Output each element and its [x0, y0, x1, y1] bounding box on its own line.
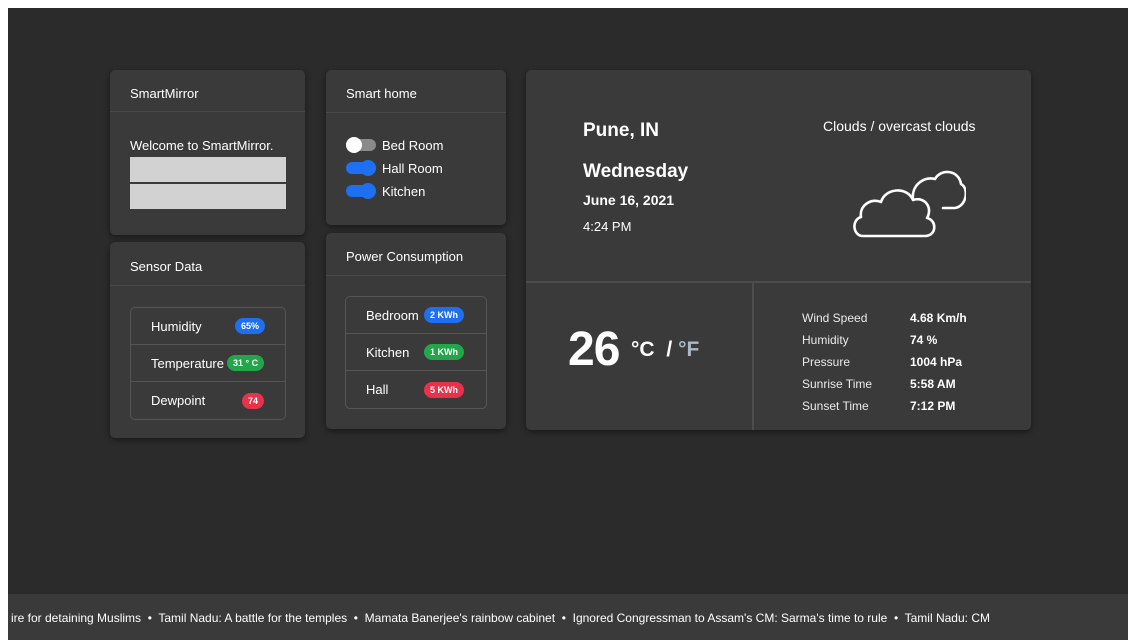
stat-value: 4.68 Km/h	[910, 311, 967, 325]
status-badge: 1 KWh	[424, 344, 464, 360]
status-badge: 2 KWh	[424, 307, 464, 323]
toggle-switch[interactable]	[346, 183, 376, 199]
status-badge: 5 KWh	[424, 381, 464, 398]
power-consumption-card: Power Consumption Bedroom 2 KWh Kitchen …	[326, 233, 506, 429]
smart-home-card: Smart home Bed Room Hall Room Kitchen	[326, 70, 506, 225]
weekday: Wednesday	[583, 161, 689, 182]
status-badge: 65%	[235, 318, 266, 334]
unit-celsius[interactable]: °C	[631, 338, 655, 361]
stat-label: Sunrise Time	[802, 377, 873, 391]
sensor-label: Temperature	[151, 355, 224, 371]
date: June 16, 2021	[583, 192, 675, 208]
clouds-icon	[853, 170, 966, 238]
divider	[752, 283, 754, 430]
redacted-bar	[130, 184, 286, 209]
room-label: Kitchen	[366, 344, 410, 360]
time: 4:24 PM	[583, 219, 632, 234]
sensor-label: Dewpoint	[151, 393, 206, 408]
device-label: Kitchen	[382, 183, 426, 199]
redacted-bar	[130, 157, 286, 182]
sensor-label: Humidity	[151, 318, 202, 334]
unit-separator: /	[666, 338, 673, 361]
list-item: Humidity 65%	[131, 308, 285, 345]
list-item: Dewpoint 74	[131, 382, 285, 419]
device-bed-room[interactable]: Bed Room	[346, 135, 443, 155]
device-label: Bed Room	[382, 137, 444, 153]
toggle-switch[interactable]	[346, 160, 376, 176]
list-item: Hall 5 KWh	[346, 371, 486, 408]
stat-value: 1004 hPa	[910, 355, 963, 369]
sensor-list: Humidity 65% Temperature 31 ° C Dewpoint…	[130, 307, 286, 420]
ticker-text[interactable]: ire for detaining Muslims • Tamil Nadu: …	[11, 611, 990, 625]
status-badge: 31 ° C	[227, 355, 265, 371]
stat-label: Humidity	[802, 333, 849, 347]
stat-label: Pressure	[802, 355, 851, 369]
device-kitchen[interactable]: Kitchen	[346, 181, 425, 201]
temperature-value: 26	[568, 323, 620, 376]
stat-label: Sunset Time	[802, 399, 869, 413]
device-label: Hall Room	[382, 160, 443, 176]
list-item: Bedroom 2 KWh	[346, 297, 486, 334]
list-item: Kitchen 1 KWh	[346, 334, 486, 371]
smartmirror-card: SmartMirror Welcome to SmartMirror.	[110, 70, 305, 235]
room-label: Bedroom	[366, 307, 419, 323]
device-hall-room[interactable]: Hall Room	[346, 158, 443, 178]
welcome-text: Welcome to SmartMirror.	[130, 138, 274, 153]
card-title: Smart home	[326, 70, 506, 113]
dashboard-screen: SmartMirror Welcome to SmartMirror. Sens…	[8, 8, 1128, 640]
card-title: Power Consumption	[326, 233, 506, 276]
sensor-data-card: Sensor Data Humidity 65% Temperature 31 …	[110, 242, 305, 438]
divider	[526, 281, 1031, 283]
weather-card: Pune, IN Wednesday June 16, 2021 4:24 PM…	[526, 70, 1031, 430]
card-title: SmartMirror	[110, 70, 305, 112]
list-item: Temperature 31 ° C	[131, 345, 285, 382]
news-ticker: ire for detaining Muslims • Tamil Nadu: …	[8, 594, 1128, 640]
stat-label: Wind Speed	[802, 311, 868, 325]
card-title: Sensor Data	[110, 242, 305, 286]
status-badge: 74	[242, 392, 265, 409]
weather-description: Clouds / overcast clouds	[823, 118, 976, 134]
stat-value: 74 %	[910, 333, 938, 347]
stat-value: 7:12 PM	[910, 399, 956, 413]
room-label: Hall	[366, 382, 389, 397]
unit-fahrenheit[interactable]: °F	[678, 338, 699, 361]
stat-value: 5:58 AM	[910, 377, 956, 391]
city-name: Pune, IN	[583, 120, 660, 141]
temperature-units: °C / °F	[631, 338, 699, 362]
power-list: Bedroom 2 KWh Kitchen 1 KWh Hall 5 KWh	[345, 296, 487, 409]
toggle-switch[interactable]	[346, 137, 376, 153]
